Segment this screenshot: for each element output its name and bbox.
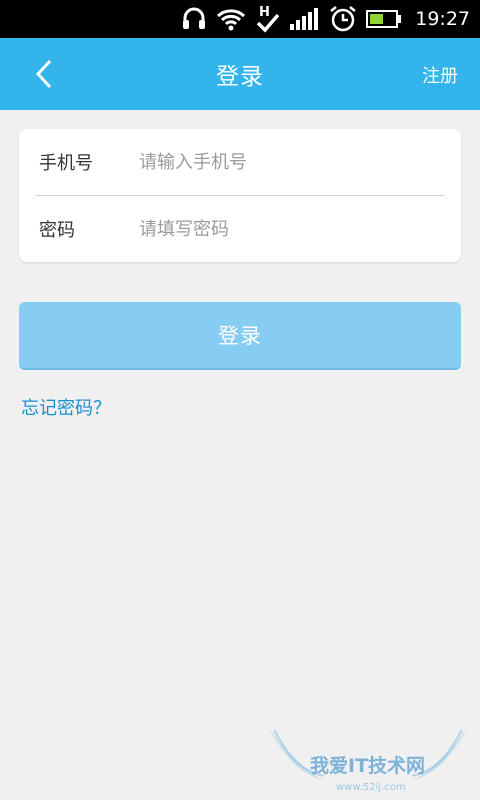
login-button[interactable]: 登录: [19, 302, 461, 370]
signal-icon: [290, 8, 320, 30]
network-type-label: H: [259, 5, 270, 20]
password-input[interactable]: [139, 218, 429, 240]
page-title: 登录: [216, 64, 264, 90]
login-form: 手机号 密码: [19, 129, 461, 262]
forgot-password-link[interactable]: 忘记密码？: [21, 394, 111, 420]
battery-icon: [366, 9, 402, 29]
register-button[interactable]: 注册: [422, 62, 458, 88]
phone-input[interactable]: [139, 151, 429, 173]
password-label: 密码: [39, 220, 75, 241]
status-time: 19:27: [415, 8, 470, 30]
password-row: 密码: [19, 196, 461, 262]
headset-icon: [181, 6, 207, 32]
app-bar: 登录 注册: [0, 38, 480, 110]
back-button[interactable]: [26, 56, 62, 92]
data-transfer-icon: H: [255, 3, 281, 35]
watermark-title: 我爱IT技术网: [310, 754, 425, 777]
chevron-left-icon: [35, 59, 52, 89]
status-bar: H 19:27: [0, 0, 480, 38]
alarm-icon: [329, 5, 357, 33]
phone-label: 手机号: [39, 153, 93, 174]
watermark-url: www.52ij.com: [336, 782, 406, 793]
phone-row: 手机号: [19, 129, 461, 195]
wifi-icon: [216, 7, 246, 31]
watermark-logo: 我爱IT技术网 www.52ij.com: [266, 724, 470, 793]
